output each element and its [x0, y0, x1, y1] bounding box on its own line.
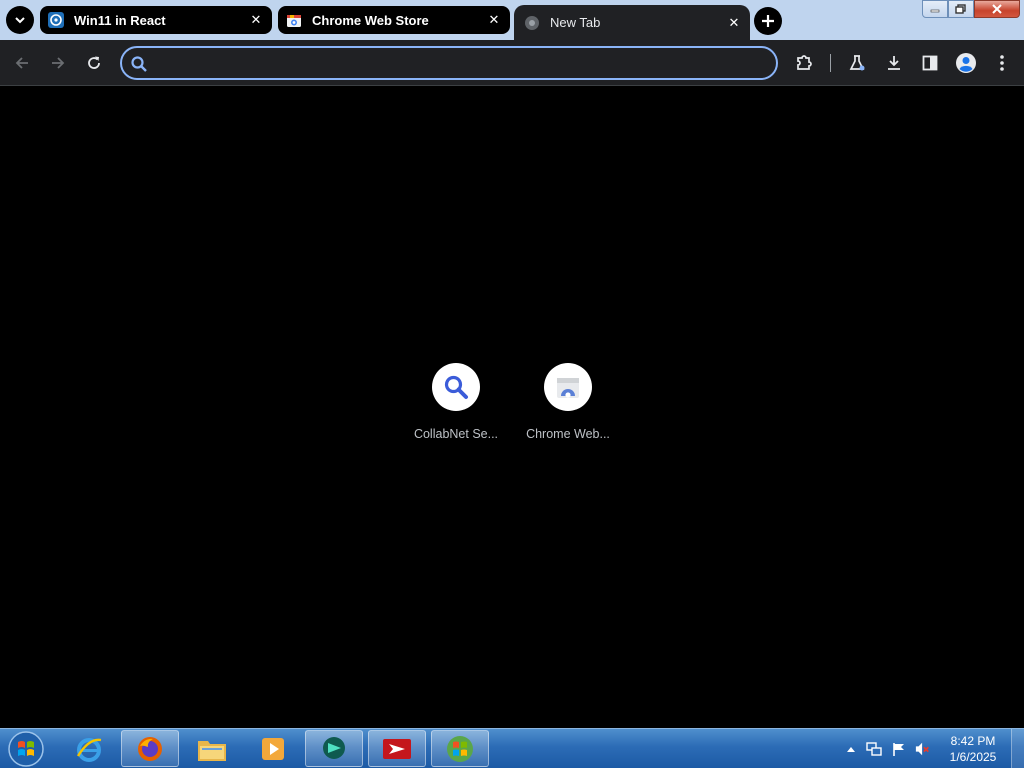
close-window-button[interactable]: [974, 0, 1020, 18]
tab-win11-in-react[interactable]: Win11 in React ✕: [40, 6, 272, 34]
file-explorer-icon: [198, 740, 226, 761]
forward-button[interactable]: [46, 51, 70, 75]
extensions-icon: [797, 55, 812, 70]
taskbar: 8:42 PM 1/6/2025: [0, 728, 1024, 768]
minimize-icon: [930, 9, 940, 13]
menu-button[interactable]: [990, 51, 1014, 75]
tab-strip: Win11 in React ✕ Chrome Web Store ✕ New …: [0, 0, 1024, 40]
windows-logo-icon: [447, 735, 473, 762]
new-tab-page: CollabNet Se... Chrome Web...: [0, 87, 1024, 728]
reload-button[interactable]: [82, 51, 106, 75]
close-icon[interactable]: ✕: [486, 12, 502, 28]
volume-tray[interactable]: [915, 741, 931, 757]
profile-icon: [956, 53, 976, 73]
desktop: Win11 in React ✕ Chrome Web Store ✕ New …: [0, 0, 1024, 768]
start-button[interactable]: [6, 731, 46, 767]
tab-title: New Tab: [550, 15, 601, 30]
minimize-button[interactable]: [922, 0, 948, 18]
close-icon[interactable]: ✕: [726, 15, 742, 31]
chrome-globe-icon: [524, 15, 540, 31]
taskbar-file-explorer[interactable]: [183, 730, 241, 767]
taskbar-firefox[interactable]: [121, 730, 179, 767]
close-window-icon: [992, 4, 1002, 14]
taskbar-remote-app[interactable]: [368, 730, 426, 767]
shortcut-tile[interactable]: [544, 363, 592, 411]
taskbar-windows-app[interactable]: [431, 730, 489, 767]
action-center-tray[interactable]: [891, 741, 907, 757]
windows-start-icon: [8, 731, 44, 767]
volume-muted-icon: [915, 742, 929, 756]
show-hidden-icons-button[interactable]: [843, 741, 859, 757]
labs-icon: [849, 55, 865, 71]
magnifier-icon: [444, 375, 468, 399]
labs-button[interactable]: [845, 51, 869, 75]
show-desktop-button[interactable]: [1011, 729, 1024, 768]
profile-button[interactable]: [954, 51, 978, 75]
taskbar-media-player[interactable]: [244, 730, 302, 767]
plus-icon: [762, 15, 774, 27]
restore-icon: [955, 4, 966, 14]
action-center-flag-icon: [893, 743, 904, 756]
clock-time: 8:42 PM: [950, 734, 996, 748]
chrome-web-store-icon: [557, 378, 579, 398]
taskbar-internet-explorer[interactable]: [60, 730, 118, 767]
back-button[interactable]: [10, 51, 34, 75]
address-bar[interactable]: [120, 46, 778, 80]
close-icon[interactable]: ✕: [248, 12, 264, 28]
shortcut-label: Chrome Web...: [526, 427, 610, 441]
reload-icon: [88, 56, 100, 69]
side-panel-button[interactable]: [918, 51, 942, 75]
network-icon: [866, 742, 882, 756]
media-player-icon: [262, 737, 284, 760]
firefox-icon: [138, 736, 162, 761]
window-controls: [922, 0, 1020, 18]
menu-icon: [1000, 55, 1004, 71]
tab-chrome-web-store[interactable]: Chrome Web Store ✕: [278, 6, 510, 34]
tab-new-tab[interactable]: New Tab ✕: [514, 5, 750, 40]
browser-toolbar: [0, 40, 1024, 86]
downloads-button[interactable]: [882, 51, 906, 75]
shortcut-label: CollabNet Se...: [413, 427, 499, 441]
new-tab-button[interactable]: [754, 7, 782, 35]
search-icon: [130, 55, 148, 78]
react-app-icon: [48, 12, 64, 28]
system-clock[interactable]: 8:42 PM 1/6/2025: [940, 733, 1006, 765]
chevron-down-icon: [15, 17, 25, 24]
forward-icon: [52, 57, 65, 69]
shortcut-tile[interactable]: [432, 363, 480, 411]
network-tray[interactable]: [866, 741, 882, 757]
clock-date: 1/6/2025: [949, 750, 997, 764]
show-hidden-icons: [847, 747, 855, 752]
shortcut-chrome-web-store[interactable]: Chrome Web...: [512, 363, 624, 459]
extensions-button[interactable]: [792, 51, 816, 75]
chat-app-icon: [323, 736, 345, 759]
back-icon: [15, 57, 28, 69]
tab-title: Chrome Web Store: [312, 12, 429, 28]
side-panel-icon: [922, 55, 938, 71]
taskbar-chat-app[interactable]: [305, 730, 363, 767]
internet-explorer-icon: [76, 737, 102, 762]
remote-app-icon: [383, 738, 411, 759]
chrome-web-store-icon: [286, 12, 302, 28]
download-icon: [888, 56, 900, 70]
shortcut-collabnet[interactable]: CollabNet Se...: [400, 363, 512, 459]
address-input[interactable]: [156, 52, 756, 74]
tab-search-button[interactable]: [6, 6, 34, 34]
toolbar-separator: [830, 54, 831, 72]
tab-title: Win11 in React: [74, 12, 166, 28]
restore-button[interactable]: [948, 0, 974, 18]
